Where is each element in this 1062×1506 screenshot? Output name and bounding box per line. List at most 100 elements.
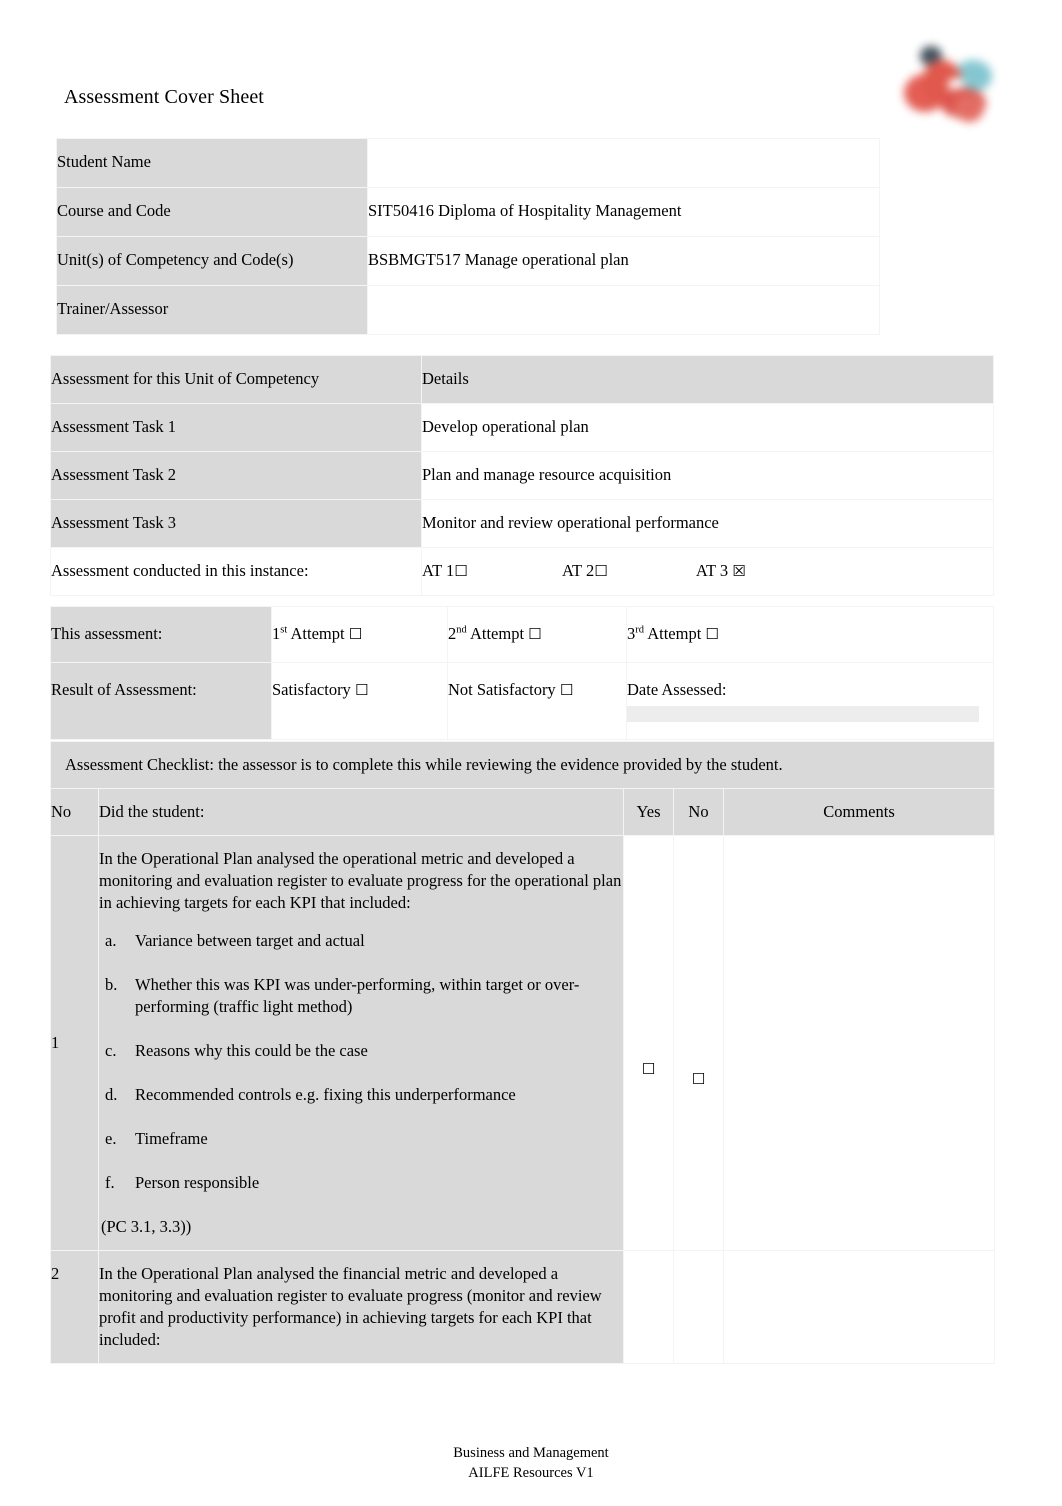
checklist-row-1-comments[interactable] xyxy=(722,835,996,1251)
table-row: Result of Assessment: Satisfactory ☐ Not… xyxy=(50,662,994,740)
checklist-row-2-question: In the Operational Plan analysed the fin… xyxy=(98,1250,624,1364)
second-attempt-checkbox[interactable]: ☐ xyxy=(528,625,541,643)
table-row: 1 In the Operational Plan analysed the o… xyxy=(50,835,996,1251)
third-attempt-option[interactable]: 3rd Attempt ☐ xyxy=(626,606,994,663)
first-attempt-option[interactable]: 1st Attempt ☐ xyxy=(271,606,448,663)
trainer-assessor-label: Trainer/Assessor xyxy=(56,285,368,335)
first-attempt-checkbox[interactable]: ☐ xyxy=(349,625,362,643)
page-footer: Business and Management AILFE Resources … xyxy=(0,1443,1062,1483)
at1-checkbox[interactable]: ☐ xyxy=(454,562,467,580)
assessment-conducted-options: AT 1☐ AT 2☐ AT 3 ☒ xyxy=(421,547,994,596)
third-attempt-text: Attempt xyxy=(644,624,702,643)
checklist-row-2-comments[interactable] xyxy=(722,1250,996,1364)
checklist-row-1-number: 1 xyxy=(50,835,99,1251)
course-and-code-field[interactable]: SIT50416 Diploma of Hospitality Manageme… xyxy=(367,187,880,237)
list-item: e. Timeframe xyxy=(99,1128,623,1150)
checklist-row-2-intro: In the Operational Plan analysed the fin… xyxy=(99,1264,602,1349)
footer-line-1: Business and Management xyxy=(453,1445,609,1461)
at3-option[interactable]: AT 3 ☒ xyxy=(696,560,746,582)
checklist-header-did-the-student: Did the student: xyxy=(98,788,624,836)
second-attempt-option[interactable]: 2nd Attempt ☐ xyxy=(447,606,627,663)
third-attempt-checkbox[interactable]: ☐ xyxy=(705,625,718,643)
checklist-row-1-performance-criteria: (PC 3.1, 3.3)) xyxy=(101,1217,192,1236)
page-title: Assessment Cover Sheet xyxy=(64,86,264,108)
at2-checkbox[interactable]: ☐ xyxy=(594,562,607,580)
date-assessed-label: Date Assessed: xyxy=(627,680,727,699)
checklist-banner-row: Assessment Checklist: the assessor is to… xyxy=(49,741,996,789)
not-satisfactory-checkbox[interactable]: ☐ xyxy=(560,681,573,699)
satisfactory-label: Satisfactory xyxy=(272,680,351,699)
unit-of-competency-label: Unit(s) of Competency and Code(s) xyxy=(56,236,368,286)
list-marker: e. xyxy=(105,1129,117,1148)
first-attempt-number: 1 xyxy=(272,624,281,643)
checklist-header-no-column: No xyxy=(673,788,724,836)
checklist-row-1-no-checkbox[interactable]: ☐ xyxy=(673,835,724,1251)
table-row: This assessment: 1st Attempt ☐ 2nd Attem… xyxy=(50,606,994,663)
second-attempt-number: 2 xyxy=(448,624,457,643)
at1-label: AT 1 xyxy=(422,561,455,580)
list-marker: c. xyxy=(105,1041,117,1060)
list-marker: f. xyxy=(105,1173,115,1192)
table-header-row: Assessment for this Unit of Competency D… xyxy=(50,355,994,404)
assessment-task-2-label: Assessment Task 2 xyxy=(50,451,422,500)
checklist-row-2-no-checkbox[interactable] xyxy=(673,1250,724,1364)
at3-label: AT 3 xyxy=(695,561,729,580)
assessment-conducted-label: Assessment conducted in this instance: xyxy=(50,547,422,596)
second-attempt-text: Attempt xyxy=(466,624,525,643)
list-text: Variance between target and actual xyxy=(135,931,365,950)
table-row: Assessment conducted in this instance: A… xyxy=(50,547,994,596)
third-attempt-number: 3 xyxy=(627,624,636,643)
table-row: Assessment Task 2 Plan and manage resour… xyxy=(50,451,994,500)
list-text: Recommended controls e.g. fixing this un… xyxy=(135,1085,516,1104)
assessment-task-3-detail: Monitor and review operational performan… xyxy=(421,499,994,548)
table-row: Unit(s) of Competency and Code(s) BSBMGT… xyxy=(56,236,880,286)
not-satisfactory-option[interactable]: Not Satisfactory ☐ xyxy=(447,662,627,740)
trainer-assessor-field[interactable] xyxy=(367,285,880,335)
this-assessment-label: This assessment: xyxy=(50,606,272,663)
at2-label: AT 2 xyxy=(561,561,595,580)
list-text: Person responsible xyxy=(135,1173,260,1192)
date-assessed-field[interactable] xyxy=(627,706,979,722)
table-row: Trainer/Assessor xyxy=(56,285,880,335)
satisfactory-option[interactable]: Satisfactory ☐ xyxy=(271,662,448,740)
footer-line-2: AILFE Resources V1 xyxy=(468,1465,594,1481)
assessment-task-1-detail: Develop operational plan xyxy=(421,403,994,452)
list-marker: d. xyxy=(105,1085,118,1104)
table-row: Assessment Task 1 Develop operational pl… xyxy=(50,403,994,452)
student-name-label: Student Name xyxy=(56,138,368,188)
table-row: 2 In the Operational Plan analysed the f… xyxy=(50,1250,996,1364)
checklist-banner: Assessment Checklist: the assessor is to… xyxy=(49,741,996,789)
assessment-tasks-table: Assessment for this Unit of Competency D… xyxy=(50,355,994,596)
not-satisfactory-label: Not Satisfactory xyxy=(448,680,556,699)
first-attempt-text: Attempt xyxy=(287,624,345,643)
at1-option[interactable]: AT 1☐ xyxy=(422,560,468,582)
table-row: Assessment Task 3 Monitor and review ope… xyxy=(50,499,994,548)
list-text: Reasons why this could be the case xyxy=(135,1041,368,1060)
checklist-row-1-sublist: a. Variance between target and actual b. W… xyxy=(99,930,623,1194)
table-row: Student Name xyxy=(56,138,880,188)
list-text: Whether this was KPI was under-performin… xyxy=(135,975,580,1016)
unit-of-competency-field[interactable]: BSBMGT517 Manage operational plan xyxy=(367,236,880,286)
checklist-row-1-yes-checkbox[interactable]: ☐ xyxy=(623,835,674,1251)
list-text: Timeframe xyxy=(135,1129,208,1148)
tasks-header-details: Details xyxy=(421,355,994,404)
checklist-header-comments: Comments xyxy=(722,788,996,836)
assessment-result-table: This assessment: 1st Attempt ☐ 2nd Attem… xyxy=(50,606,994,740)
result-of-assessment-label: Result of Assessment: xyxy=(50,662,272,740)
list-item: f. Person responsible xyxy=(99,1172,623,1194)
at3-checkbox[interactable]: ☒ xyxy=(732,562,745,580)
assessment-task-1-label: Assessment Task 1 xyxy=(50,403,422,452)
course-and-code-label: Course and Code xyxy=(56,187,368,237)
logo-blob-red-4 xyxy=(954,94,984,122)
satisfactory-checkbox[interactable]: ☐ xyxy=(355,681,368,699)
at2-option[interactable]: AT 2☐ xyxy=(562,560,608,582)
assessment-checklist-table: Assessment Checklist: the assessor is to… xyxy=(49,741,996,1364)
list-marker: a. xyxy=(105,931,117,950)
checklist-row-2-yes-checkbox[interactable] xyxy=(623,1250,674,1364)
checklist-header-no: No xyxy=(50,788,99,836)
student-name-field[interactable] xyxy=(367,138,880,188)
checklist-header-row: No Did the student: Yes No Comments xyxy=(50,788,996,836)
list-item: c. Reasons why this could be the case xyxy=(99,1040,623,1062)
checklist-row-1-question: In the Operational Plan analysed the ope… xyxy=(98,835,624,1251)
student-details-table: Student Name Course and Code SIT50416 Di… xyxy=(56,138,880,335)
